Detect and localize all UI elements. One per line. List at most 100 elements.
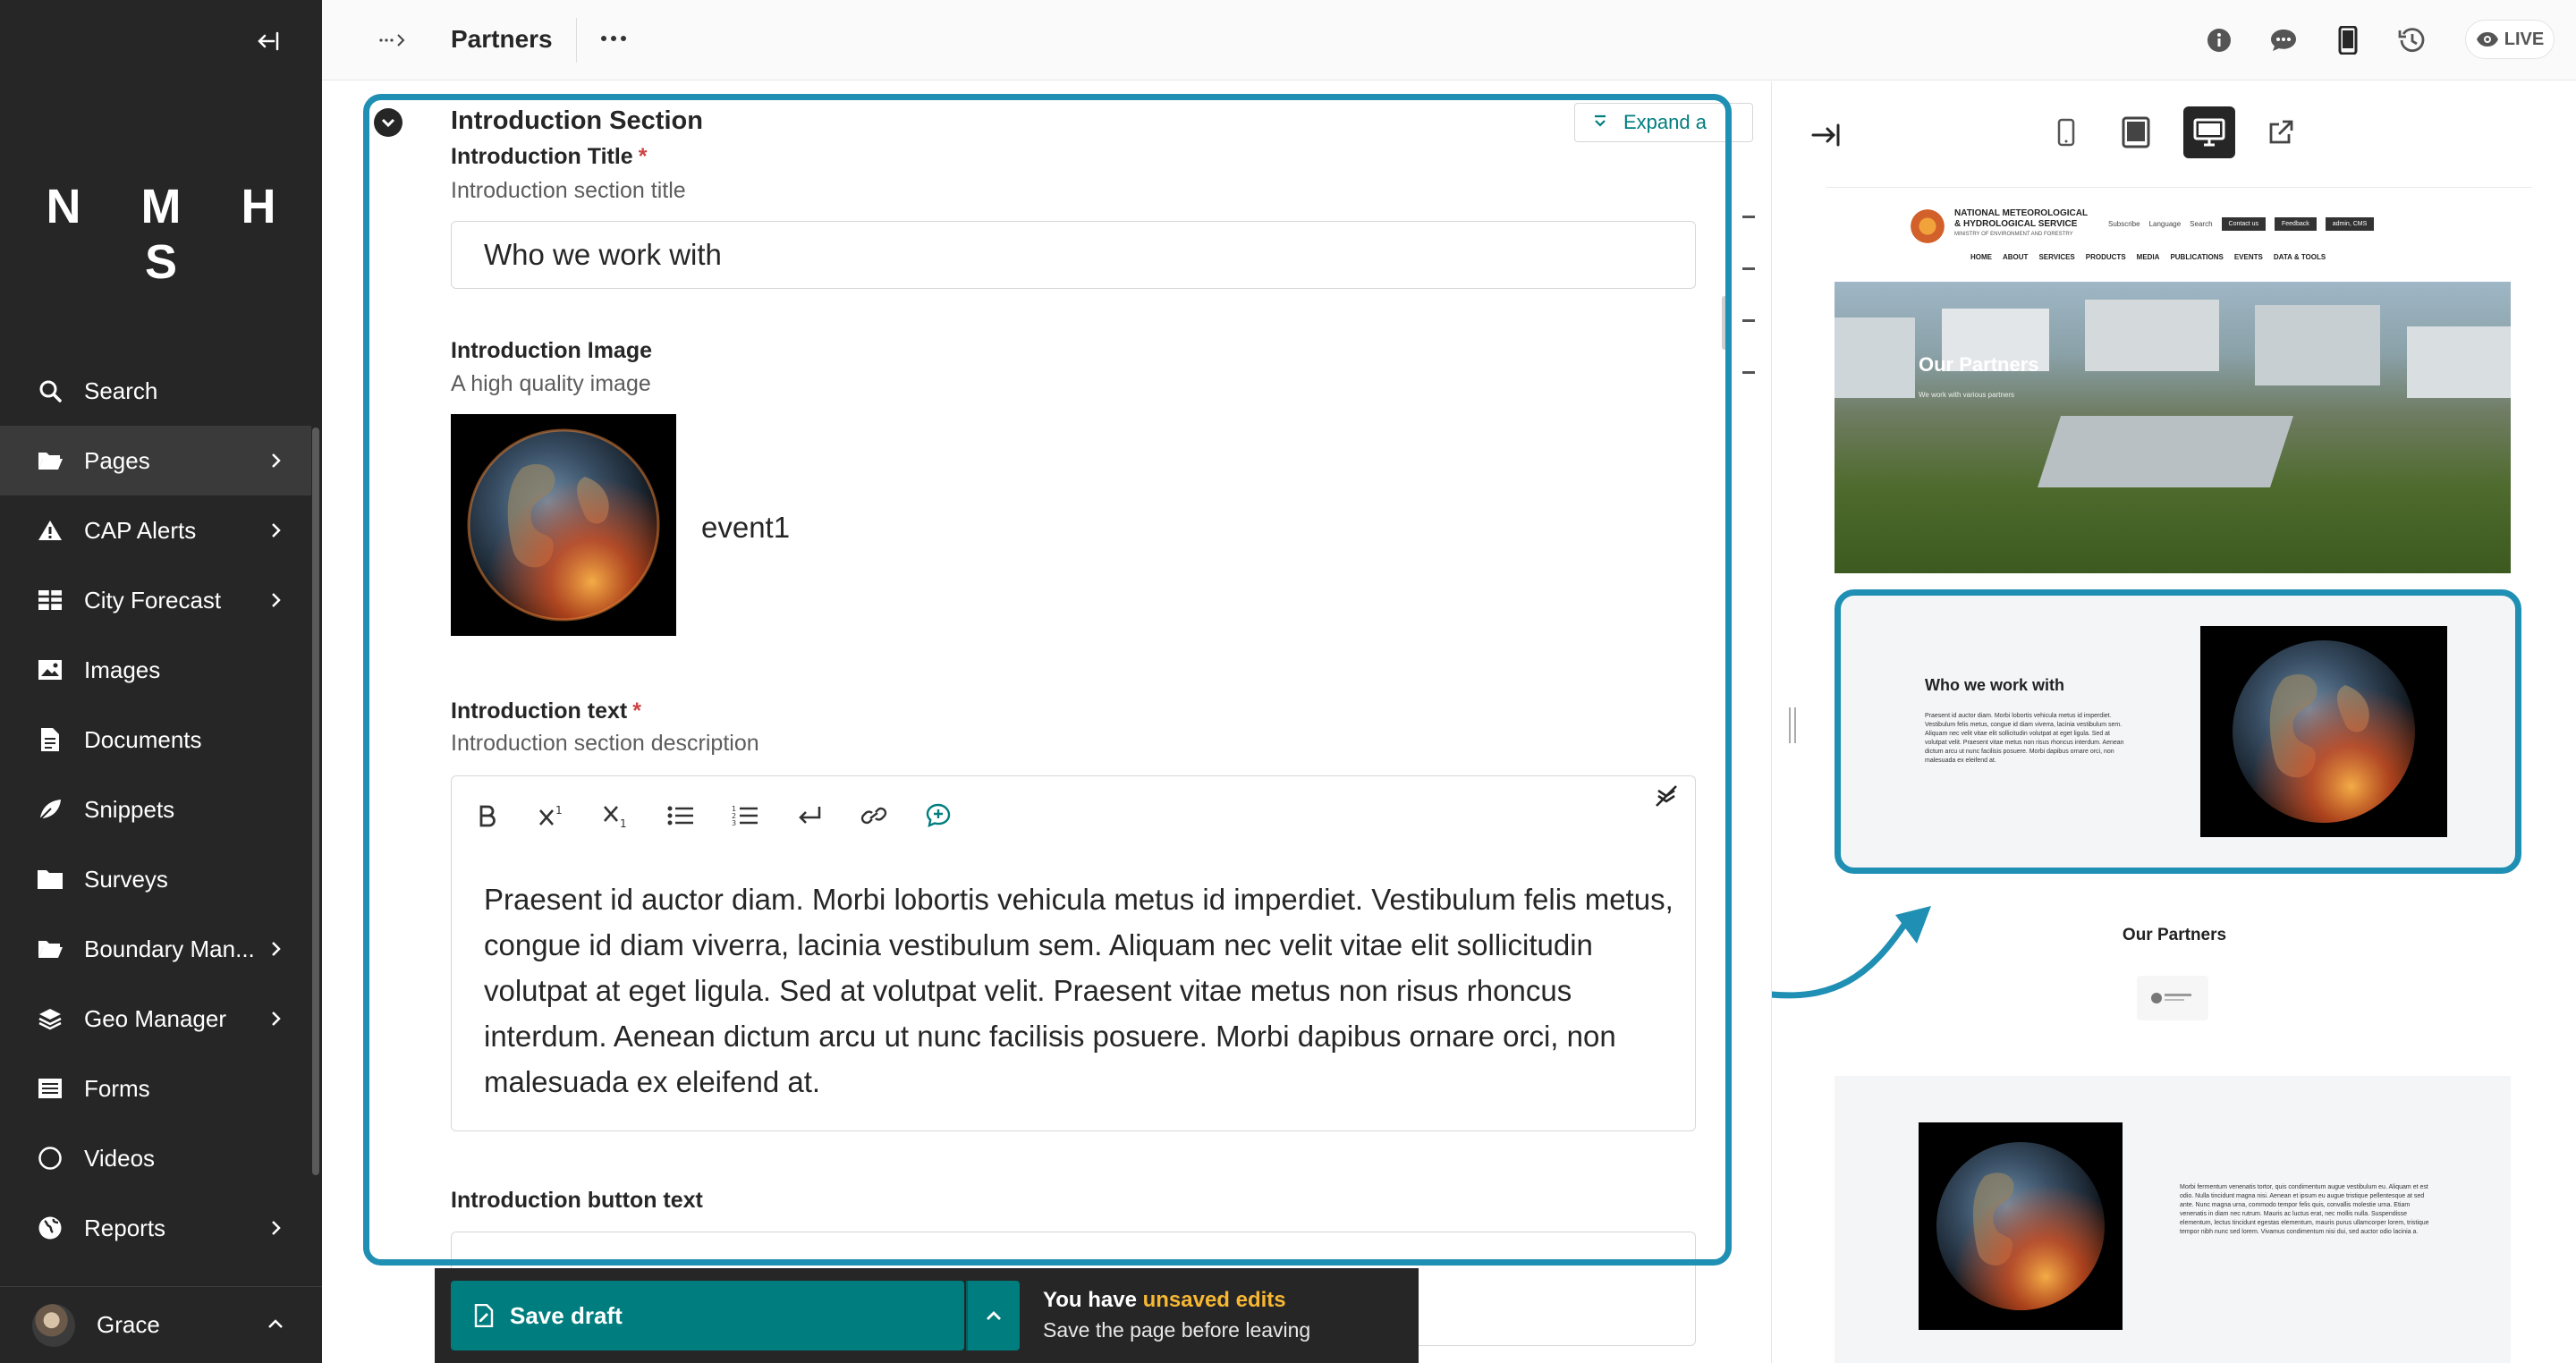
list-icon [36, 1074, 64, 1103]
sidebar-item-images[interactable]: Images [0, 635, 311, 705]
user-name: Grace [97, 1311, 160, 1338]
live-status-badge[interactable]: LIVE [2465, 20, 2555, 59]
intro-image-thumbnail[interactable] [451, 414, 676, 636]
hero-building [2407, 326, 2511, 398]
globe-icon [36, 1214, 64, 1242]
intro-image-filename: event1 [701, 511, 791, 544]
bold-button[interactable] [473, 801, 502, 830]
history-button[interactable] [2395, 23, 2429, 57]
intro-title-input[interactable]: Who we work with [451, 221, 1696, 289]
superscript-button[interactable]: 1 [538, 801, 566, 830]
intro-image-label: Introduction Image [451, 338, 652, 363]
intro-text-label: Introduction text * [451, 698, 641, 724]
page-editor: Introduction Section Expand a Introducti… [322, 81, 1771, 1363]
chevron-right-icon [272, 523, 281, 538]
avatar [32, 1303, 75, 1347]
bulleted-list-button[interactable] [666, 801, 695, 830]
partner-logo [2137, 976, 2208, 1020]
add-comment-button[interactable] [924, 801, 953, 830]
page-title: Partners [451, 25, 553, 53]
site-nav-item: DATA & TOOLS [2273, 253, 2326, 261]
hero-building [2085, 300, 2219, 371]
preview-intro-image [2200, 626, 2447, 837]
live-label: LIVE [2504, 29, 2545, 49]
preview-desktop-button[interactable] [2183, 106, 2235, 158]
subscript-icon: 1 [604, 806, 627, 828]
chevron-right-icon [272, 453, 281, 468]
sidebar-item-label: Surveys [84, 865, 168, 893]
more-save-actions-button[interactable] [966, 1281, 1020, 1350]
field-label-text: Introduction Title [451, 144, 633, 169]
site-logo[interactable]: N M H S [0, 179, 322, 290]
earth-image [467, 428, 660, 622]
site-subscribe-link: Subscribe [2108, 220, 2140, 228]
sidebar-item-cap-alerts[interactable]: CAP Alerts [0, 495, 311, 565]
account-menu[interactable]: Grace [0, 1286, 322, 1363]
expand-all-button[interactable]: Expand a [1574, 103, 1753, 142]
editor-scrollbar[interactable] [1722, 296, 1727, 350]
sidebar-item-boundary-manager[interactable]: Boundary Man... [0, 914, 311, 984]
section-collapse-toggle[interactable] [374, 108, 402, 137]
return-icon [799, 807, 821, 824]
sidebar-item-label: Boundary Man... [84, 935, 255, 962]
intro-text-content[interactable]: Praesent id auctor diam. Morbi lobortis … [484, 876, 1674, 1105]
sidebar-item-reports[interactable]: Reports [0, 1193, 311, 1263]
partner-emblem [2151, 993, 2191, 1003]
chevron-right-icon [272, 593, 281, 607]
collapse-sidebar-button[interactable] [252, 25, 284, 57]
snippet-icon [36, 795, 64, 824]
save-draft-button[interactable]: Save draft [451, 1281, 964, 1350]
sidebar-item-search[interactable]: Search [0, 356, 311, 426]
required-marker: * [638, 144, 648, 169]
sidebar-item-snippets[interactable]: Snippets [0, 775, 311, 844]
expand-all-label: Expand a [1623, 111, 1707, 133]
sidebar-item-city-forecast[interactable]: City Forecast [0, 565, 311, 635]
site-nav-item: PUBLICATIONS [2170, 253, 2224, 261]
sidebar-item-label: Snippets [84, 795, 175, 823]
toggle-preview-button[interactable] [2331, 23, 2365, 57]
site-nav-item: EVENTS [2233, 253, 2263, 261]
site-contact-button: Contact us [2221, 217, 2266, 231]
sidebar: N M H S Search Pages CAP Alerts City For… [0, 0, 322, 1363]
minimap-toggle-button[interactable] [1652, 782, 1681, 810]
main-menu: Search Pages CAP Alerts City Forecast Im… [0, 356, 311, 1263]
image-icon [36, 656, 64, 684]
minimap-markers[interactable] [1742, 216, 1755, 423]
sidebar-item-surveys[interactable]: Surveys [0, 844, 311, 914]
bold-icon [479, 805, 496, 827]
subscript-button[interactable]: 1 [602, 801, 631, 830]
save-draft-icon [474, 1304, 494, 1327]
save-bar: Save draft You have unsaved edits Save t… [435, 1268, 1419, 1363]
sidebar-item-pages[interactable]: Pages [0, 426, 311, 495]
collapse-left-icon [258, 31, 279, 51]
line-break-button[interactable] [795, 801, 824, 830]
history-icon [2398, 28, 2425, 52]
mobile-icon [2338, 26, 2358, 55]
more-actions-button[interactable] [596, 21, 631, 57]
table-icon [36, 586, 64, 614]
sidebar-item-label: Reports [84, 1214, 166, 1241]
intro-text-editor[interactable]: 1 1 123 Praesent id auctor diam. Morbi l… [451, 775, 1696, 1131]
open-preview-new-tab-button[interactable] [2255, 106, 2307, 158]
rich-text-toolbar: 1 1 123 [452, 776, 1695, 857]
sidebar-item-videos[interactable]: Videos [0, 1123, 311, 1193]
preview-lower-section: Morbi fermentum venenatis tortor, quis c… [1835, 1076, 2511, 1363]
site-language-link: Language [2148, 220, 2182, 228]
sidebar-item-label: Images [84, 656, 161, 683]
site-nav-item: MEDIA [2136, 253, 2160, 261]
sidebar-item-geo-manager[interactable]: Geo Manager [0, 984, 311, 1054]
message-prefix: You have [1043, 1288, 1143, 1312]
site-nav-item: PRODUCTS [2085, 253, 2126, 261]
sidebar-scrollbar[interactable] [312, 428, 319, 1175]
folder-icon [36, 865, 64, 893]
preview-tablet-button[interactable] [2110, 106, 2162, 158]
sidebar-item-documents[interactable]: Documents [0, 705, 311, 775]
numbered-list-button[interactable]: 123 [731, 801, 759, 830]
info-button[interactable] [2202, 23, 2236, 57]
link-button[interactable] [860, 801, 888, 830]
sidebar-item-label: Videos [84, 1144, 156, 1172]
sidebar-item-forms[interactable]: Forms [0, 1054, 311, 1123]
preview-mobile-button[interactable] [2040, 106, 2092, 158]
breadcrumb-toggle[interactable] [377, 27, 413, 54]
comments-button[interactable] [2267, 23, 2301, 57]
